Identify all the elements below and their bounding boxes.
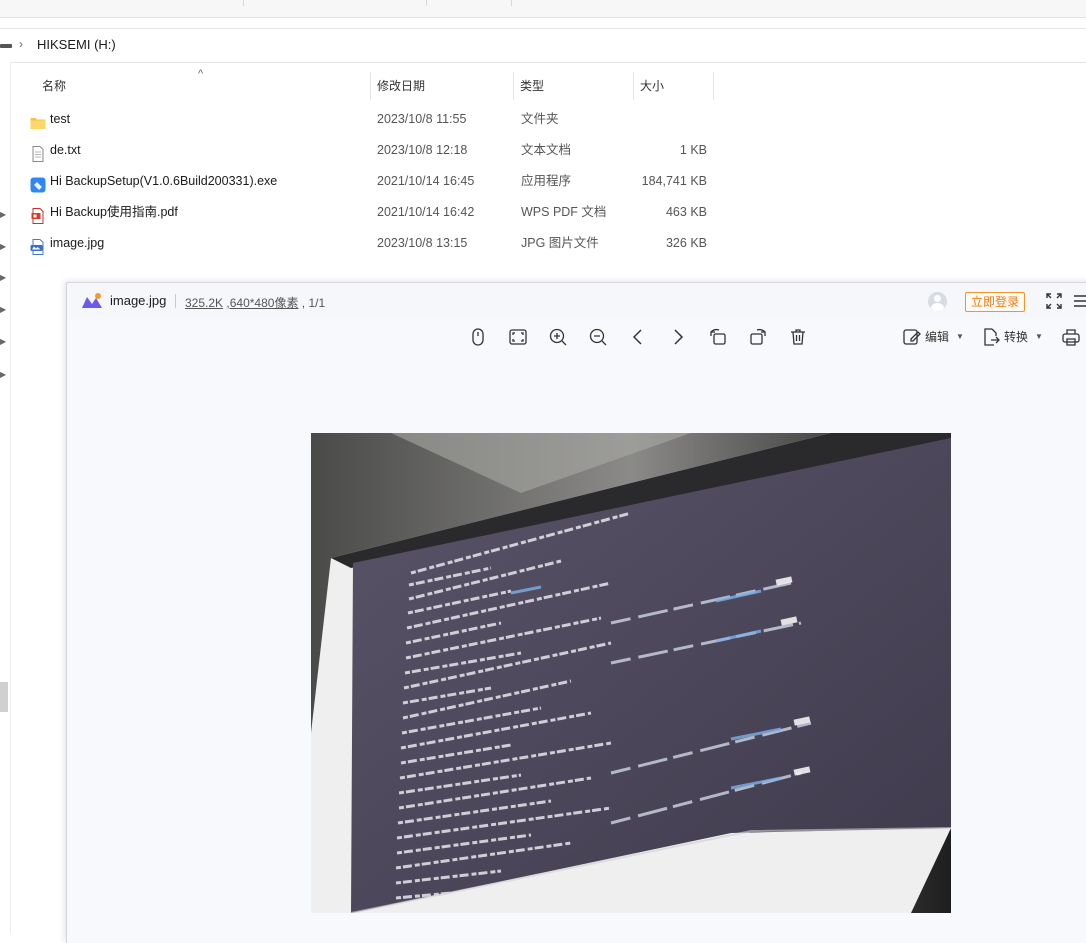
mouse-mode-icon[interactable] bbox=[468, 327, 488, 347]
viewer-title-bar[interactable]: image.jpg 325.2K ,640*480像素 , 1/1 立即登录 bbox=[67, 283, 1086, 319]
file-type: JPG 图片文件 bbox=[521, 236, 599, 250]
file-date: 2023/10/8 12:18 bbox=[377, 143, 468, 157]
convert-label: 转换 bbox=[1004, 330, 1029, 344]
menu-icon[interactable] bbox=[1070, 291, 1086, 311]
file-type: WPS PDF 文档 bbox=[521, 205, 607, 219]
file-size: 184,741 KB bbox=[641, 174, 707, 188]
pdf-icon bbox=[30, 205, 46, 224]
breadcrumb-chevron-icon[interactable]: › bbox=[19, 37, 23, 51]
file-type: 文本文档 bbox=[521, 143, 572, 157]
rotate-left-icon[interactable] bbox=[708, 327, 728, 347]
jpg-icon bbox=[30, 236, 46, 255]
dropdown-caret-icon: ▼ bbox=[1035, 332, 1043, 341]
column-header-date[interactable]: 修改日期 bbox=[371, 62, 514, 100]
convert-icon bbox=[982, 327, 1000, 347]
dimensions-link[interactable]: ,640*480像素 bbox=[226, 296, 298, 310]
nav-scrollbar-thumb[interactable] bbox=[0, 682, 8, 712]
zoom-out-icon[interactable] bbox=[588, 327, 608, 347]
edit-icon bbox=[903, 327, 921, 347]
expand-arrow-icon[interactable]: ▶ bbox=[0, 337, 6, 346]
image-viewer-window[interactable]: image.jpg 325.2K ,640*480像素 , 1/1 立即登录 编… bbox=[66, 282, 1086, 943]
file-size: 326 KB bbox=[665, 236, 707, 250]
previous-image-icon[interactable] bbox=[628, 327, 648, 347]
displayed-photo[interactable] bbox=[311, 433, 951, 913]
strip-divider bbox=[511, 0, 512, 6]
file-type: 应用程序 bbox=[521, 174, 572, 188]
drive-icon bbox=[0, 44, 12, 48]
edit-label: 编辑 bbox=[925, 330, 950, 344]
file-size-link[interactable]: 325.2K bbox=[185, 296, 223, 310]
column-header-label: 类型 bbox=[520, 79, 545, 93]
title-separator bbox=[175, 294, 176, 308]
viewer-filename: image.jpg bbox=[110, 293, 167, 308]
file-date: 2023/10/8 11:55 bbox=[377, 112, 467, 126]
image-info: 325.2K ,640*480像素 , 1/1 bbox=[185, 294, 325, 311]
column-header-label: 修改日期 bbox=[377, 79, 426, 93]
convert-menu-button[interactable]: 转换 ▼ bbox=[982, 327, 1048, 347]
user-avatar-icon[interactable] bbox=[928, 292, 947, 311]
login-button[interactable]: 立即登录 bbox=[965, 292, 1025, 312]
file-row-hi-backup-setup[interactable]: Hi BackupSetup(V1.0.6Build200331).exe 20… bbox=[26, 166, 726, 197]
expand-arrow-icon[interactable]: ▶ bbox=[0, 242, 6, 251]
expand-arrow-icon[interactable]: ▶ bbox=[0, 273, 6, 282]
explorer-top-strip bbox=[0, 0, 1086, 18]
file-row-de-txt[interactable]: de.txt 2023/10/8 12:18 文本文档 1 KB bbox=[26, 135, 726, 166]
delete-icon[interactable] bbox=[788, 327, 808, 347]
strip-divider bbox=[243, 0, 244, 6]
wps-image-logo-icon bbox=[81, 292, 103, 310]
page-info: , 1/1 bbox=[301, 296, 326, 310]
photo-of-terminal-screen bbox=[311, 433, 951, 913]
breadcrumb[interactable]: HIKSEMI (H:) bbox=[37, 37, 116, 52]
fullscreen-icon[interactable] bbox=[1044, 291, 1064, 311]
fit-screen-icon[interactable] bbox=[508, 327, 528, 347]
folder-icon bbox=[30, 112, 46, 129]
address-bar[interactable]: › HIKSEMI (H:) bbox=[0, 28, 1086, 63]
file-name: de.txt bbox=[50, 143, 81, 157]
print-icon[interactable] bbox=[1061, 327, 1081, 347]
file-name: test bbox=[50, 112, 71, 126]
file-date: 2021/10/14 16:45 bbox=[377, 174, 475, 188]
file-type: 文件夹 bbox=[521, 112, 559, 126]
column-divider[interactable] bbox=[713, 72, 714, 100]
navigation-pane[interactable]: ▶ ▶ ▶ ▶ ▶ ▶ bbox=[0, 62, 11, 933]
edit-menu-button[interactable]: 编辑 ▼ bbox=[903, 327, 969, 347]
file-row-hi-backup-guide-pdf[interactable]: Hi Backup使用指南.pdf 2021/10/14 16:42 WPS P… bbox=[26, 197, 726, 228]
viewer-toolbar: 编辑 ▼ 转换 ▼ bbox=[67, 319, 1086, 355]
file-name: Hi Backup使用指南.pdf bbox=[50, 205, 178, 219]
expand-arrow-icon[interactable]: ▶ bbox=[0, 305, 6, 314]
column-header-name[interactable]: 名称 bbox=[26, 62, 371, 100]
text-file-icon bbox=[30, 143, 46, 162]
zoom-in-icon[interactable] bbox=[548, 327, 568, 347]
column-header-label: 名称 bbox=[42, 79, 67, 93]
column-header-size[interactable]: 大小 bbox=[634, 62, 714, 100]
column-header-type[interactable]: 类型 bbox=[514, 62, 634, 100]
file-size: 1 KB bbox=[679, 143, 707, 157]
expand-arrow-icon[interactable]: ▶ bbox=[0, 370, 6, 379]
file-row-image-jpg[interactable]: image.jpg 2023/10/8 13:15 JPG 图片文件 326 K… bbox=[26, 228, 726, 259]
next-image-icon[interactable] bbox=[668, 327, 688, 347]
file-size: 463 KB bbox=[665, 205, 707, 219]
file-date: 2023/10/8 13:15 bbox=[377, 236, 468, 250]
exe-icon bbox=[30, 174, 46, 193]
file-date: 2021/10/14 16:42 bbox=[377, 205, 475, 219]
file-name: image.jpg bbox=[50, 236, 105, 250]
expand-arrow-icon[interactable]: ▶ bbox=[0, 210, 6, 219]
dropdown-caret-icon: ▼ bbox=[956, 332, 964, 341]
file-name: Hi BackupSetup(V1.0.6Build200331).exe bbox=[50, 174, 278, 188]
strip-divider bbox=[426, 0, 427, 6]
rotate-right-icon[interactable] bbox=[748, 327, 768, 347]
column-header-label: 大小 bbox=[640, 79, 665, 93]
file-row-test[interactable]: test 2023/10/8 11:55 文件夹 bbox=[26, 104, 726, 135]
